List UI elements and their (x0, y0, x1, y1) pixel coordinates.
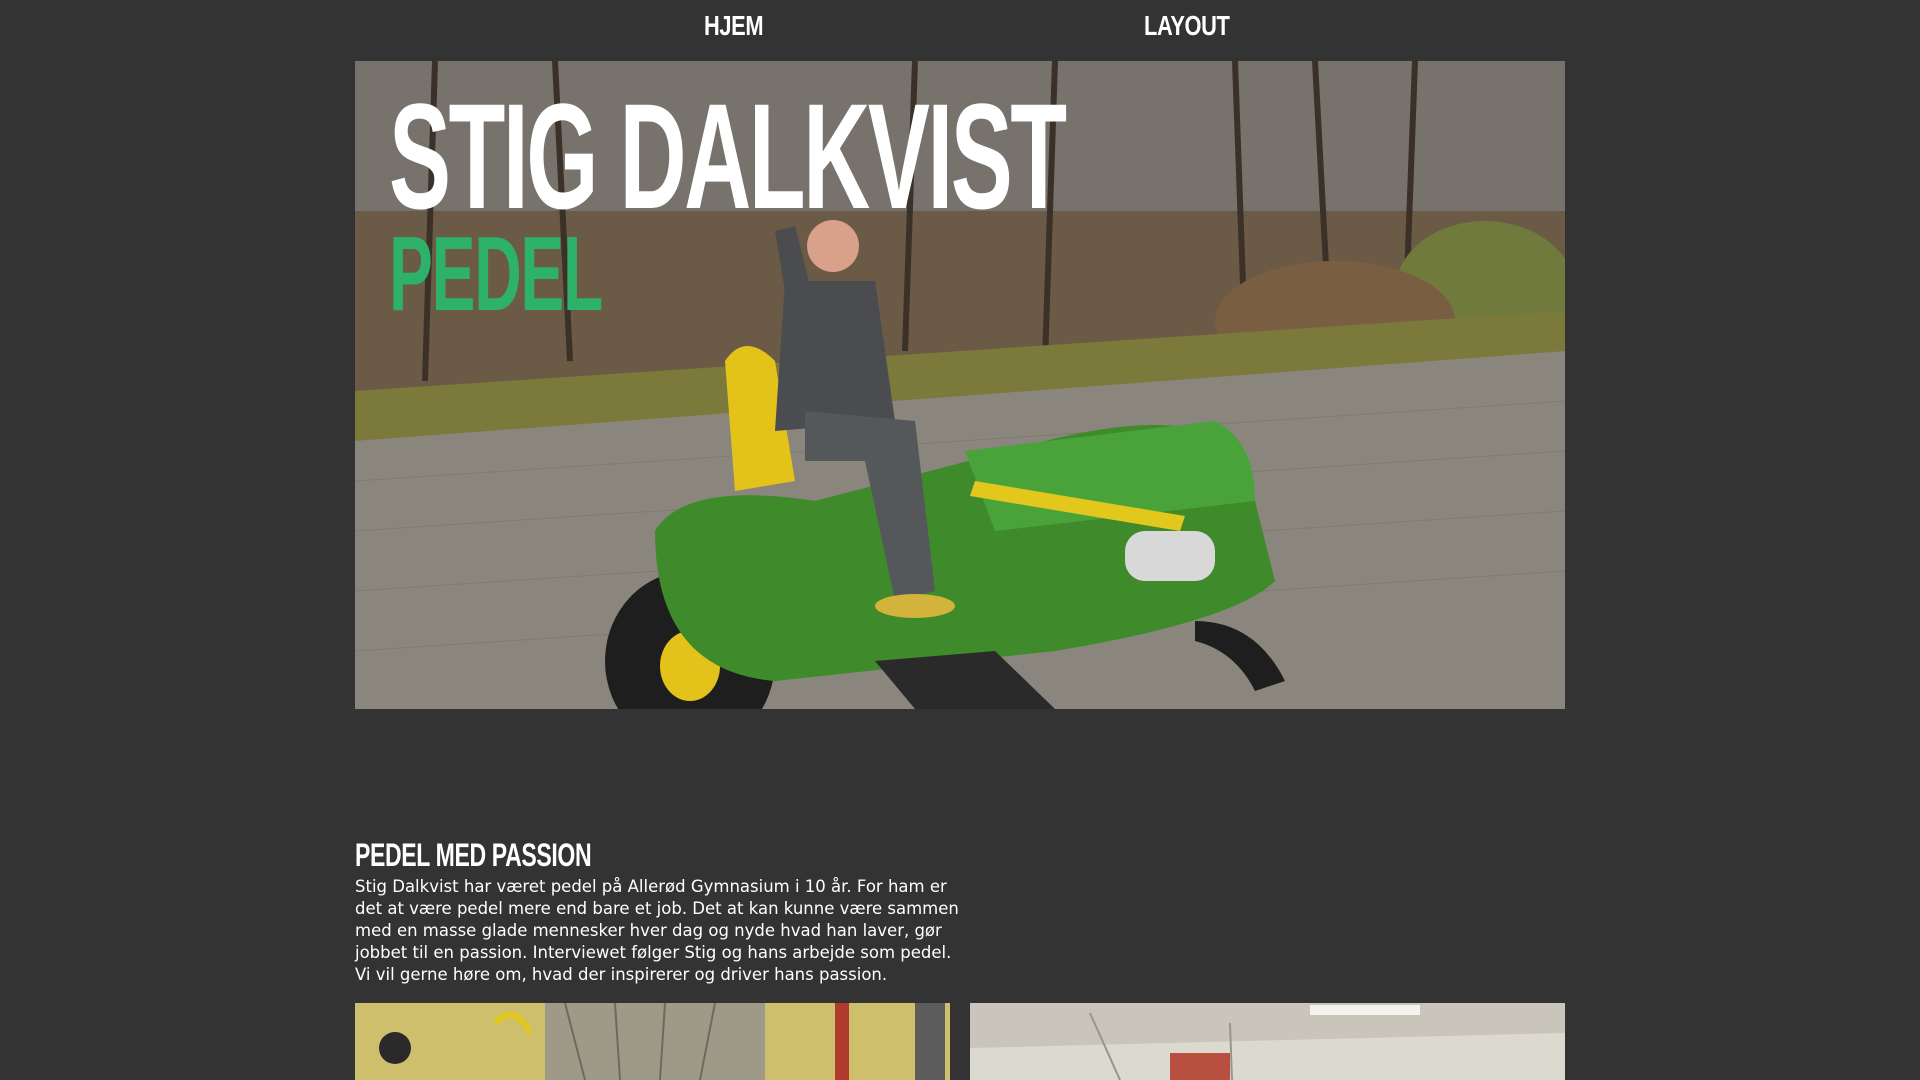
gallery-image-left (355, 1003, 950, 1080)
hero-title: STIG DALKVIST (389, 72, 1067, 240)
top-navigation: HJEM LAYOUT (0, 0, 1920, 61)
gallery-photo-right (970, 1003, 1565, 1080)
nav-link-home[interactable]: HJEM (704, 10, 764, 42)
gallery-image-right (970, 1003, 1565, 1080)
section-heading: PEDEL MED PASSION (355, 836, 592, 873)
hero-image: STIG DALKVIST PEDEL (355, 61, 1565, 709)
section-body-text: Stig Dalkvist har været pedel på Allerød… (355, 877, 959, 984)
gallery-photo-left (355, 1003, 950, 1080)
hero-subtitle: PEDEL (389, 215, 603, 333)
nav-link-layout[interactable]: LAYOUT (1144, 10, 1230, 42)
